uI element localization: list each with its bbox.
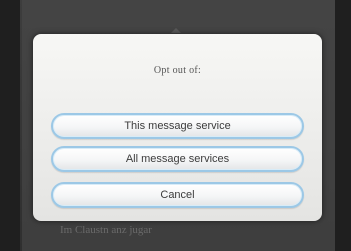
background-right-edge xyxy=(335,0,351,251)
opt-out-dialog: Opt out of: This message service All mes… xyxy=(33,34,322,221)
dialog-title: Opt out of: xyxy=(153,65,202,76)
caret-up-icon xyxy=(171,28,181,33)
all-message-services-button[interactable]: All message services xyxy=(51,146,304,172)
cancel-button[interactable]: Cancel xyxy=(51,182,304,208)
this-message-service-button[interactable]: This message service xyxy=(51,113,304,139)
background-left-edge xyxy=(0,0,20,251)
background-text: Im Claustn anz jugar xyxy=(60,224,152,236)
